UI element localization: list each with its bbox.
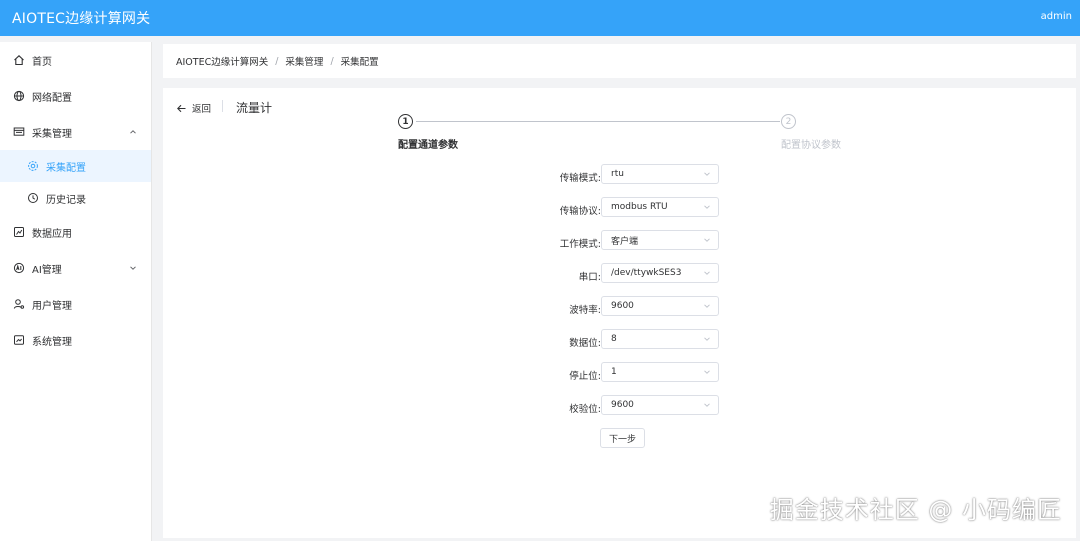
chevron-down-icon (703, 236, 711, 244)
home-icon (13, 54, 25, 66)
sidebar-item-label: 首页 (32, 56, 52, 68)
sidebar-item-label: 采集管理 (32, 128, 72, 140)
transport-mode-select[interactable]: rtu (601, 164, 719, 184)
select-value: 9600 (611, 301, 634, 311)
steps: 1 2 配置通道参数 配置协议参数 (398, 114, 848, 154)
field-label: 波特率: (569, 305, 601, 316)
user-menu[interactable]: admin (1041, 11, 1072, 22)
select-value: 1 (611, 367, 617, 377)
chevron-down-icon (703, 335, 711, 343)
select-value: modbus RTU (611, 202, 668, 212)
sidebar-item-network[interactable]: 网络配置 (0, 78, 151, 114)
arrow-left-icon (177, 104, 186, 112)
breadcrumb-separator: / (330, 55, 334, 67)
chevron-down-icon (703, 368, 711, 376)
field-label: 传输协议: (559, 206, 601, 217)
parity-select[interactable]: 9600 (601, 395, 719, 415)
step-connector (416, 121, 780, 122)
breadcrumb-item-current: 采集配置 (340, 57, 379, 68)
field-label: 串口: (578, 272, 601, 283)
app-title: AIOTEC边缘计算网关 (12, 11, 151, 27)
chevron-down-icon (129, 264, 137, 272)
sidebar-item-users[interactable]: 用户管理 (0, 286, 151, 322)
serial-port-select[interactable]: /dev/ttywkSES3 (601, 263, 719, 283)
data-bits-select[interactable]: 8 (601, 329, 719, 349)
breadcrumb: AIOTEC边缘计算网关 / 采集管理 / 采集配置 (163, 44, 1076, 78)
history-icon (27, 192, 39, 204)
breadcrumb-item-root[interactable]: AIOTEC边缘计算网关 (176, 54, 268, 68)
back-button[interactable]: 返回 (176, 101, 211, 115)
chevron-up-icon (129, 128, 137, 136)
select-value: 客户端 (611, 236, 639, 247)
sidebar-item-ai[interactable]: AI管理 (0, 250, 151, 286)
chevron-down-icon (703, 170, 711, 178)
channel-config-form: 传输模式: rtu 传输协议: modbus RTU 工作模式: 客户端 串口:… (523, 164, 763, 428)
transport-protocol-select[interactable]: modbus RTU (601, 197, 719, 217)
page-title: 流量计 (236, 101, 273, 115)
user-icon (13, 298, 25, 310)
breadcrumb-item-collect[interactable]: 采集管理 (285, 54, 323, 68)
form-row-work-mode: 工作模式: 客户端 (523, 230, 763, 263)
back-label: 返回 (192, 104, 212, 115)
gear-icon (27, 160, 39, 172)
chevron-down-icon (703, 401, 711, 409)
sidebar-item-label: 用户管理 (32, 300, 72, 312)
form-row-transport-mode: 传输模式: rtu (523, 164, 763, 197)
form-row-data-bits: 数据位: 8 (523, 329, 763, 362)
form-row-serial-port: 串口: /dev/ttywkSES3 (523, 263, 763, 296)
sidebar-item-label: 系统管理 (32, 336, 72, 348)
field-label: 校验位: (569, 404, 601, 415)
data-app-icon (13, 226, 25, 238)
globe-icon (13, 90, 25, 102)
select-value: rtu (611, 169, 624, 179)
step-2-circle: 2 (781, 114, 796, 129)
sidebar-item-collect[interactable]: 采集管理 (0, 114, 151, 150)
ai-icon (13, 262, 25, 274)
step-2-label: 配置协议参数 (781, 140, 841, 151)
form-row-baud-rate: 波特率: 9600 (523, 296, 763, 329)
select-value: 9600 (611, 400, 634, 410)
sidebar-item-label: 数据应用 (32, 228, 72, 240)
field-label: 工作模式: (559, 239, 601, 250)
sidebar-item-system[interactable]: 系统管理 (0, 322, 151, 358)
sidebar-item-label: 采集配置 (46, 162, 86, 174)
breadcrumb-separator: / (275, 55, 279, 67)
chevron-down-icon (703, 203, 711, 211)
step-1-label: 配置通道参数 (398, 140, 458, 151)
sidebar: 首页 网络配置 采集管理 采集配置 历史记录 数据应用 AI管理 用户管理 系统… (0, 42, 152, 541)
stop-bits-select[interactable]: 1 (601, 362, 719, 382)
select-value: 8 (611, 334, 617, 344)
form-row-parity: 校验位: 9600 (523, 395, 763, 428)
top-bar: AIOTEC边缘计算网关 admin (0, 0, 1080, 36)
system-icon (13, 334, 25, 346)
form-row-transport-protocol: 传输协议: modbus RTU (523, 197, 763, 230)
sidebar-item-label: AI管理 (32, 264, 62, 276)
field-label: 传输模式: (559, 173, 601, 184)
watermark: 掘金技术社区 @ 小码编匠 (769, 496, 1062, 524)
chevron-down-icon (703, 269, 711, 277)
sidebar-item-history[interactable]: 历史记录 (0, 182, 151, 214)
next-step-button[interactable]: 下一步 (600, 428, 645, 448)
sidebar-item-collect-config[interactable]: 采集配置 (0, 150, 151, 182)
collect-icon (13, 126, 25, 138)
field-label: 停止位: (569, 371, 601, 382)
sidebar-item-label: 历史记录 (46, 194, 86, 206)
main-panel: 返回 流量计 1 2 配置通道参数 配置协议参数 传输模式: rtu 传输协议:… (163, 88, 1076, 538)
field-label: 数据位: (569, 338, 601, 349)
form-row-stop-bits: 停止位: 1 (523, 362, 763, 395)
sidebar-item-label: 网络配置 (32, 92, 72, 104)
baud-rate-select[interactable]: 9600 (601, 296, 719, 316)
header-divider (222, 100, 223, 112)
chevron-down-icon (703, 302, 711, 310)
sidebar-item-data-app[interactable]: 数据应用 (0, 214, 151, 250)
step-1-circle: 1 (398, 114, 413, 129)
sidebar-item-home[interactable]: 首页 (0, 42, 151, 78)
work-mode-select[interactable]: 客户端 (601, 230, 719, 250)
select-value: /dev/ttywkSES3 (611, 268, 682, 278)
